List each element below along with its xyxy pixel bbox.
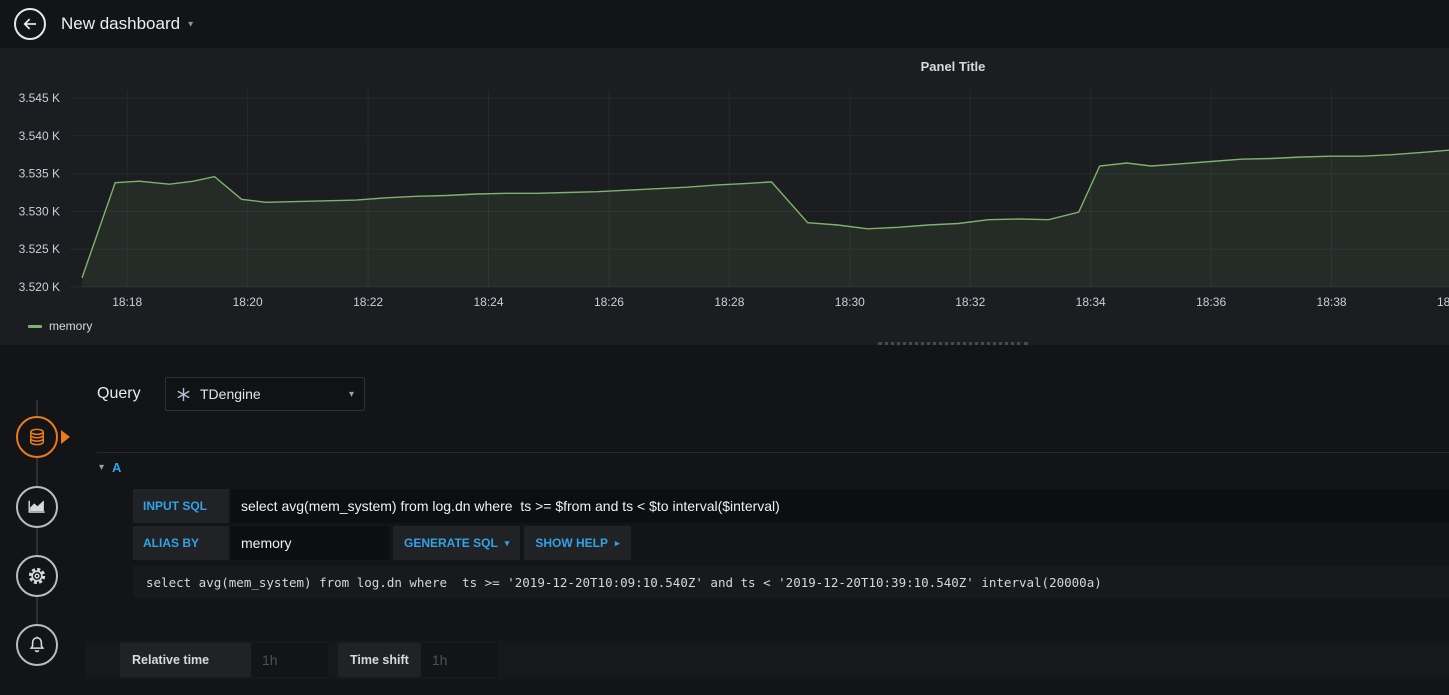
time-series-chart[interactable]: 3.545 K 3.540 K 3.535 K 3.530 K 3.525 K 3.520… [0,48,1449,345]
generated-sql-preview: select avg(mem_system) from log.dn where… [133,566,1449,598]
datasource-picker[interactable]: TDengine ▾ [165,377,365,411]
panel-title[interactable]: Panel Title [921,59,986,74]
svg-text:18:32: 18:32 [955,295,985,309]
alias-by-row: ALIAS BY GENERATE SQL ▾ SHOW HELP ▸ [133,526,635,560]
svg-text:18:18: 18:18 [112,295,142,309]
svg-text:18:38: 18:38 [1317,295,1347,309]
svg-text:18:20: 18:20 [233,295,263,309]
svg-text:3.530 K: 3.530 K [19,204,60,218]
svg-text:3.540 K: 3.540 K [19,129,60,143]
svg-text:3.535 K: 3.535 K [19,167,60,181]
section-divider [97,452,1449,453]
time-shift-label: Time shift [338,643,421,677]
svg-text:18:36: 18:36 [1196,295,1226,309]
legend-color-swatch [28,324,42,328]
svg-text:18:30: 18:30 [835,295,865,309]
input-sql-field[interactable] [231,489,1449,523]
show-help-label: SHOW HELP [535,536,608,550]
gear-icon [28,567,46,585]
tab-alert[interactable] [16,624,58,666]
active-tab-pointer-icon [61,430,70,444]
back-button[interactable] [14,8,46,40]
bell-icon [29,636,45,653]
tab-visualization[interactable] [16,486,58,528]
database-icon [29,428,45,446]
svg-text:3.545 K: 3.545 K [19,91,60,105]
alias-by-label: ALIAS BY [133,526,229,560]
generate-sql-button[interactable]: GENERATE SQL ▾ [393,526,521,560]
input-sql-label: INPUT SQL [133,489,229,523]
chart-icon [28,500,45,513]
query-ref-collapse[interactable]: ▾ A [99,460,121,475]
svg-text:3.520 K: 3.520 K [19,280,60,294]
horizontal-scrollbar[interactable] [878,341,1028,345]
chevron-down-icon: ▾ [504,537,510,548]
chevron-down-icon[interactable]: ▾ [188,19,193,30]
chart-panel: 3.545 K 3.540 K 3.535 K 3.530 K 3.525 K 3.520… [0,48,1449,345]
tdengine-logo-icon [177,387,190,401]
chart-legend: memory [28,319,92,333]
query-options-row: Relative time Time shift [85,641,1449,679]
svg-text:18:28: 18:28 [714,295,744,309]
svg-text:18:22: 18:22 [353,295,383,309]
show-help-button[interactable]: SHOW HELP ▸ [524,526,631,560]
tab-general[interactable] [16,555,58,597]
datasource-name: TDengine [200,386,261,402]
svg-text:18:40: 18:40 [1437,295,1449,309]
query-section-title: Query [97,385,141,402]
arrow-left-icon [23,18,36,30]
top-nav-bar: New dashboard ▾ [0,0,1449,48]
generate-sql-label: GENERATE SQL [404,536,498,550]
time-shift-field[interactable] [420,643,498,677]
alias-by-field[interactable] [231,526,389,560]
chevron-right-icon: ▸ [615,537,620,548]
dashboard-title[interactable]: New dashboard [61,14,180,34]
grafana-panel-edit-page: New dashboard ▾ 3.545 K 3.540 K 3.535 K 3.5… [0,0,1449,695]
tab-queries[interactable] [16,416,58,458]
chevron-down-icon: ▾ [348,388,354,400]
svg-text:18:34: 18:34 [1076,295,1106,309]
svg-text:18:24: 18:24 [474,295,504,309]
svg-text:18:26: 18:26 [594,295,624,309]
legend-series-label[interactable]: memory [49,319,92,333]
query-ref-id: A [112,460,122,475]
relative-time-field[interactable] [251,643,328,677]
svg-text:3.525 K: 3.525 K [19,242,60,256]
relative-time-label: Relative time [120,643,251,677]
chevron-down-icon: ▾ [99,462,105,473]
input-sql-row: INPUT SQL [133,489,1449,523]
